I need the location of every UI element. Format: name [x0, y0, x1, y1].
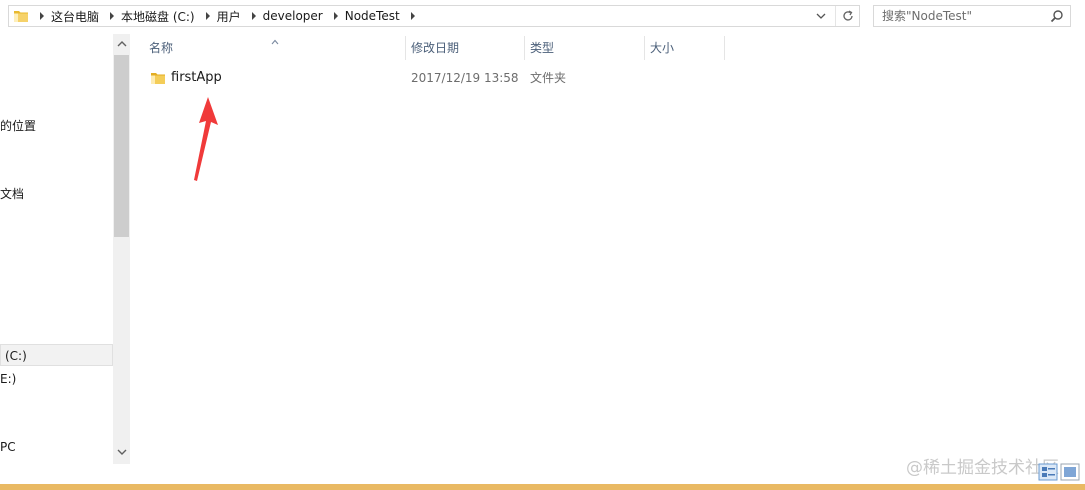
column-header-modified[interactable]: 修改日期 [405, 34, 524, 62]
navigation-pane: 的位置 文档 (C:) E:) PC [0, 34, 130, 464]
nav-scrollbar[interactable] [113, 34, 130, 464]
address-bar[interactable]: 这台电脑 本地磁盘 (C:) 用户 developer NodeTest [8, 5, 860, 27]
search-input[interactable] [874, 6, 1046, 26]
column-divider[interactable] [724, 36, 725, 60]
nav-item-local-disk-c[interactable]: (C:) [0, 344, 113, 366]
view-toggle[interactable] [1038, 462, 1082, 482]
breadcrumb-nodetest[interactable]: NodeTest [343, 9, 406, 23]
chevron-right-icon[interactable] [201, 12, 215, 20]
chevron-down-icon[interactable] [813, 8, 829, 24]
folder-icon [13, 9, 29, 23]
nav-item-locations[interactable]: 的位置 [0, 115, 36, 137]
column-header-type[interactable]: 类型 [524, 34, 644, 62]
nav-item-pc[interactable]: PC [0, 436, 16, 458]
chevron-down-icon[interactable] [117, 446, 127, 456]
nav-item-documents[interactable]: 文档 [0, 183, 24, 205]
column-header-name[interactable]: 名称 [143, 34, 405, 62]
breadcrumb-users[interactable]: 用户 [215, 8, 247, 25]
refresh-icon[interactable] [835, 6, 859, 26]
breadcrumb-developer[interactable]: developer [261, 9, 329, 23]
file-row[interactable]: firstApp 2017/12/19 13:58 文件夹 [131, 67, 1085, 89]
chevron-up-icon[interactable] [117, 38, 127, 48]
chevron-right-icon[interactable] [247, 12, 261, 20]
annotation-arrow-icon [194, 97, 218, 181]
breadcrumb-this-pc[interactable]: 这台电脑 [49, 8, 105, 25]
watermark: @稀土掘金技术社区 [906, 458, 1059, 478]
folder-icon [150, 71, 166, 85]
chevron-right-icon[interactable] [406, 12, 420, 20]
file-type: 文件夹 [530, 71, 567, 85]
file-name[interactable]: firstApp [171, 67, 222, 89]
search-box[interactable] [873, 5, 1071, 27]
column-header-size[interactable]: 大小 [644, 34, 724, 62]
taskbar-edge [0, 484, 1085, 490]
nav-item-drive-e[interactable]: E:) [0, 368, 16, 390]
scrollbar-thumb[interactable] [114, 55, 129, 237]
file-modified-date: 2017/12/19 13:58 [411, 71, 519, 85]
chevron-right-icon[interactable] [35, 12, 49, 20]
chevron-right-icon[interactable] [105, 12, 119, 20]
file-list: 名称 修改日期 类型 大小 firstApp 2017/12/19 13:58 … [131, 34, 1085, 464]
address-toolbar: 这台电脑 本地磁盘 (C:) 用户 developer NodeTest [0, 0, 1085, 34]
chevron-right-icon[interactable] [329, 12, 343, 20]
breadcrumb-local-disk[interactable]: 本地磁盘 (C:) [119, 8, 201, 25]
search-icon[interactable] [1050, 9, 1064, 23]
